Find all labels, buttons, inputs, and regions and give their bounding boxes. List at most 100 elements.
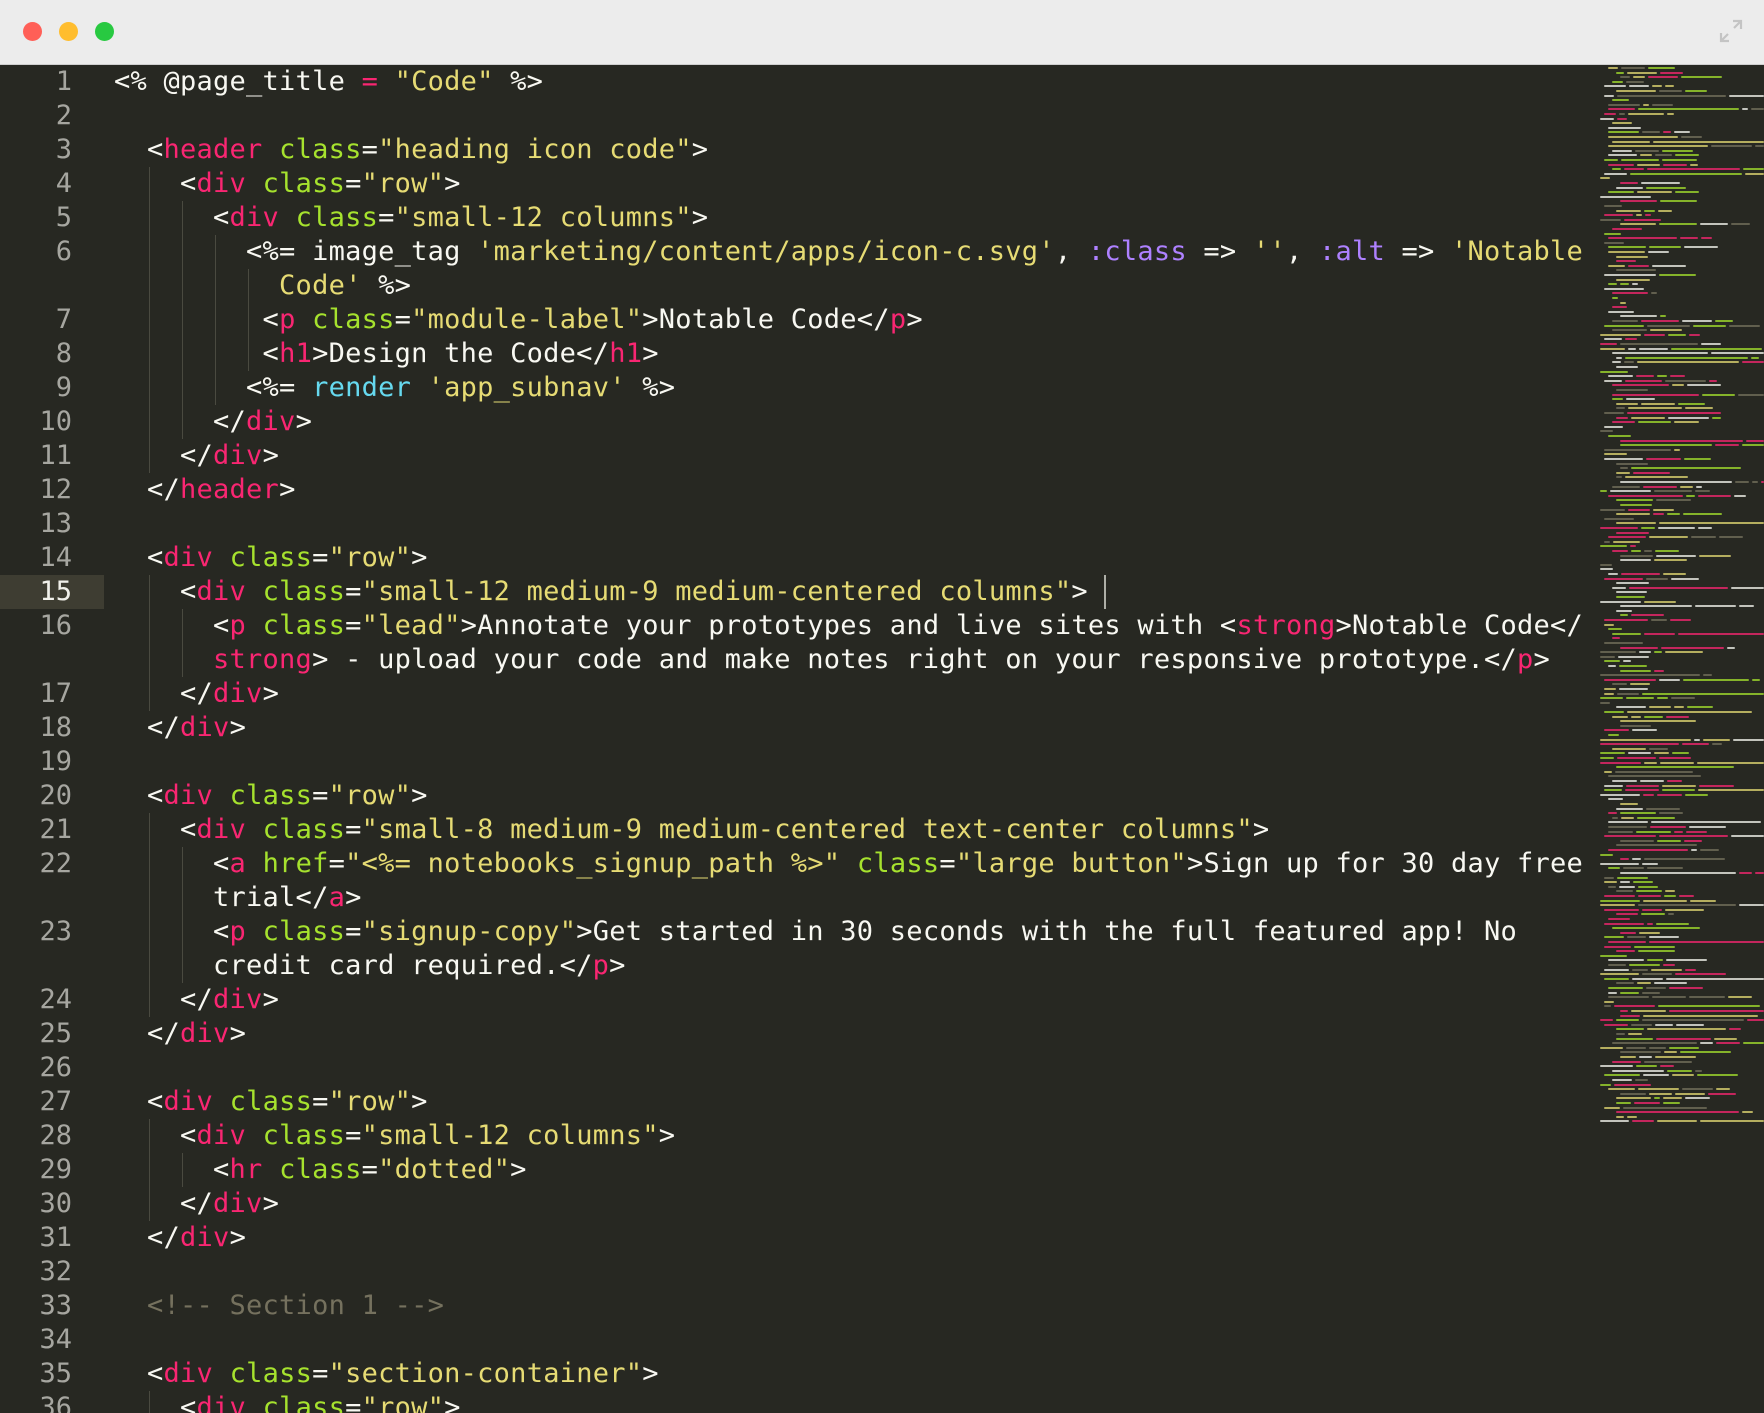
minimap-line — [1621, 573, 1660, 575]
code-token: Code' — [114, 270, 362, 301]
line-number: 8 — [55, 338, 72, 369]
code-line[interactable]: <header class="heading icon code"> — [114, 133, 708, 167]
code-line[interactable]: <p class="module-label">Notable Code</p> — [114, 303, 923, 337]
minimap-line — [1604, 458, 1643, 460]
code-line[interactable]: <p class="lead">Annotate your prototypes… — [114, 609, 1583, 643]
minimap-line — [1616, 260, 1636, 263]
minimap-line — [1608, 264, 1625, 267]
minimap-line — [1621, 67, 1645, 69]
code-line[interactable]: <div class="small-12 columns"> — [114, 201, 708, 235]
minimap-line — [1608, 375, 1633, 378]
indent-guide — [149, 1391, 150, 1413]
code-line[interactable]: <div class="small-12 medium-9 medium-cen… — [114, 575, 1088, 609]
code-line[interactable]: </header> — [114, 473, 296, 507]
code-token: </ — [114, 678, 214, 709]
minimap-line — [1671, 347, 1762, 350]
code-line[interactable]: <%= render 'app_subnav' %> — [114, 371, 675, 405]
code-line[interactable]: <div class="section-container"> — [114, 1357, 659, 1391]
minimap-line — [1675, 973, 1726, 976]
zoom-window-button[interactable] — [95, 22, 114, 41]
minimap-line — [1604, 159, 1618, 161]
code-line[interactable]: <hr class="dotted"> — [114, 1153, 527, 1187]
code-token: </ — [114, 474, 181, 505]
code-area[interactable]: <% @page_title = "Code" %> <header class… — [114, 65, 1584, 1413]
code-line[interactable]: trial</a> — [114, 881, 362, 915]
minimap-line — [1682, 1088, 1713, 1091]
minimap-line — [1616, 462, 1648, 465]
code-token: = — [394, 304, 412, 335]
minimap-line — [1666, 715, 1689, 718]
code-line[interactable]: <div class="row"> — [114, 1391, 461, 1413]
minimap-line — [1608, 798, 1623, 801]
code-token: class — [279, 134, 362, 165]
line-number-gutter[interactable]: 1 2 3 4 5 6 7 8 9 10 11 12 13 14 15 16 17 18 19 20 21 22 23 24 2… — [0, 65, 104, 1413]
minimap-line — [1634, 945, 1675, 948]
minimap-line — [1642, 692, 1764, 695]
minimap-line — [1671, 697, 1695, 700]
minimap-line — [1660, 200, 1697, 203]
minimap-line — [1608, 996, 1649, 999]
minimap-line — [1604, 770, 1612, 773]
minimap-line — [1664, 1051, 1677, 1054]
minimap-line — [1645, 214, 1651, 217]
code-line[interactable]: <div class="small-8 medium-9 medium-cent… — [114, 813, 1269, 847]
minimap-line — [1655, 1023, 1673, 1026]
close-window-button[interactable] — [23, 22, 42, 41]
expand-arrows-icon[interactable] — [1718, 18, 1744, 44]
code-line[interactable]: strong> - upload your code and make note… — [114, 643, 1550, 677]
minimap-line — [1636, 214, 1642, 217]
minimap-line — [1685, 1097, 1710, 1100]
code-line[interactable]: <div class="row"> — [114, 779, 428, 813]
code-line[interactable]: <!-- Section 1 --> — [114, 1289, 444, 1323]
code-token: = — [345, 1392, 362, 1413]
code-line[interactable]: </div> — [114, 405, 312, 439]
code-editor[interactable]: 1 2 3 4 5 6 7 8 9 10 11 12 13 14 15 16 17 18 19 20 21 22 23 24 2… — [0, 65, 1764, 1413]
code-line[interactable]: </div> — [114, 677, 279, 711]
code-token: class — [229, 542, 313, 573]
code-line[interactable]: <a href="<%= notebooks_signup_path %>" c… — [114, 847, 1583, 881]
minimap-line — [1616, 522, 1656, 525]
code-line[interactable]: <div class="row"> — [114, 1085, 428, 1119]
code-line[interactable]: <div class="row"> — [114, 541, 428, 575]
minimap-line — [1608, 191, 1634, 194]
code-token: class — [229, 1086, 313, 1117]
minimap[interactable] — [1596, 65, 1764, 1413]
code-token: p — [889, 304, 907, 335]
code-line[interactable]: </div> — [114, 983, 279, 1017]
minimap-line — [1642, 908, 1662, 911]
minimap-line — [1616, 982, 1634, 985]
minimap-line — [1600, 1065, 1633, 1068]
code-line[interactable]: </div> — [114, 1221, 246, 1255]
code-token: div — [213, 984, 263, 1015]
line-number: 7 — [55, 304, 72, 335]
minimap-line — [1612, 306, 1627, 309]
minimap-line — [1600, 904, 1635, 907]
code-line[interactable]: <h1>Design the Code</h1> — [114, 337, 659, 371]
code-line[interactable]: </div> — [114, 711, 246, 745]
minimap-line — [1612, 297, 1618, 299]
code-line[interactable]: Code' %> — [114, 269, 411, 303]
minimap-line — [1612, 320, 1638, 322]
code-line[interactable]: <p class="signup-copy">Get started in 30… — [114, 915, 1517, 949]
minimap-line — [1608, 941, 1646, 943]
minimap-line — [1691, 849, 1697, 851]
code-line[interactable]: <% @page_title = "Code" %> — [114, 65, 543, 99]
code-line[interactable]: </div> — [114, 1187, 279, 1221]
code-line[interactable]: credit card required.</p> — [114, 949, 626, 983]
code-line[interactable]: <div class="small-12 columns"> — [114, 1119, 675, 1153]
code-line[interactable]: </div> — [114, 439, 279, 473]
minimap-line — [1648, 76, 1678, 79]
minimap-line — [1612, 927, 1700, 930]
minimap-line — [1604, 412, 1624, 414]
code-line[interactable]: <%= image_tag 'marketing/content/apps/ic… — [114, 235, 1583, 269]
code-line[interactable]: <div class="row"> — [114, 167, 461, 201]
minimap-line — [1600, 600, 1641, 603]
code-token: header — [163, 134, 263, 165]
minimize-window-button[interactable] — [59, 22, 78, 41]
minimap-line — [1715, 444, 1739, 447]
code-line[interactable]: </div> — [114, 1017, 246, 1051]
minimap-line — [1616, 499, 1653, 502]
